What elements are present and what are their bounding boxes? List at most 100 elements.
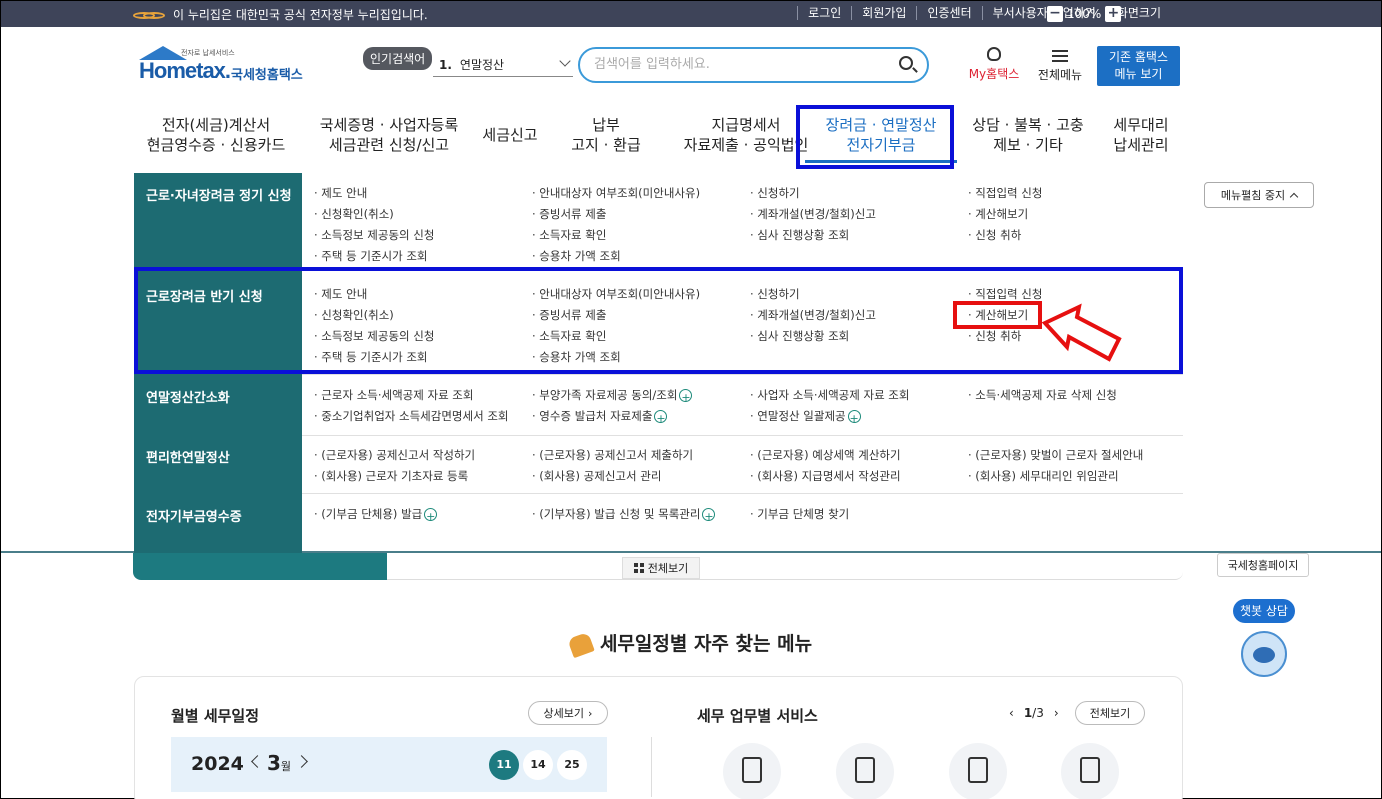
category-label[interactable]: 편리한연말정산 [146,447,230,466]
menu-link[interactable]: · 영수증 발급처 자료제출 + [532,408,750,425]
menu-link[interactable]: · 근로자 소득·세액공제 자료 조회 [314,387,532,403]
menu-row-e-donation: 전자기부금영수증 · (기부금 단체용) 발급 + · (기부자용) 발급 신청 … [134,494,1183,552]
category-label[interactable]: 근로·자녀장려금 정기 신청 [146,185,292,204]
menu-link[interactable]: · 중소기업취업자 소득세감면명세서 조회 [314,408,532,424]
monthly-schedule-title: 월별 세무일정 [171,707,260,725]
cart-icon[interactable] [1061,743,1119,799]
menu-link[interactable]: · 제도 안내 [314,185,532,201]
menu-link[interactable]: · 소득정보 제공동의 신청 [314,227,532,243]
nav-tax-filing[interactable]: 세금신고 [477,125,543,145]
menu-items: · (기부금 단체용) 발급 + · (기부자용) 발급 신청 및 목록관리 + ·… [314,506,1174,523]
quick-menu-panel [387,553,1183,580]
view-all-tab[interactable]: 전체보기 [622,557,700,579]
menu-link-label: · (기부금 단체용) 발급 [314,507,423,521]
chevron-right-icon[interactable]: › [1054,706,1059,720]
nav-certificates[interactable]: 국세증명 · 사업자등록 세금관련 신청/신고 [309,115,469,155]
detail-view-label: 상세보기 [543,707,585,720]
hometax-logo[interactable]: 전자로 납세서비스 Hometax. 국세청홈택스 [135,46,310,86]
menu-link[interactable]: · (근로자용) 공제신고서 제출하기 [532,447,750,463]
business-register-icon[interactable] [836,743,894,799]
menu-link[interactable]: · (근로자용) 예상세액 계산하기 [750,447,968,463]
menu-items: · 근로자 소득·세액공제 자료 조회 · 부양가족 자료제공 동의/조회 + ·… [314,387,1174,425]
all-menu-button[interactable]: 전체메뉴 [1034,47,1086,83]
nts-homepage-button[interactable]: 국세청홈페이지 [1217,553,1309,577]
menu-link[interactable]: · (회사용) 세무대리인 위임관리 [968,468,1174,484]
menu-link[interactable]: · 신청하기 [750,185,968,201]
menu-link[interactable]: · 승용차 가액 조회 [532,248,750,264]
nav-label: 국세증명 · 사업자등록 [319,116,459,134]
menu-link[interactable]: · (기부금 단체용) 발급 + [314,506,532,523]
menu-link[interactable]: · 사업자 소득·세액공제 자료 조회 [750,387,968,403]
next-month-icon[interactable] [295,755,308,768]
logo-brand: Hometax. [139,58,231,83]
category-label[interactable]: 연말정산간소화 [146,387,230,406]
login-link[interactable]: 로그인 [797,6,851,20]
service-view-all-button[interactable]: 전체보기 [1075,701,1145,725]
menu-link[interactable]: · 신청 취하 [968,227,1174,243]
popular-term: 연말정산 [459,58,505,72]
menu-link[interactable]: · 신청확인(취소) [314,206,532,222]
certificate-icon[interactable] [949,743,1007,799]
month-unit: 월 [280,760,292,773]
day-button[interactable]: 25 [557,750,587,780]
menu-link[interactable]: · (회사용) 지급명세서 작성관리 [750,468,968,484]
prev-month-icon[interactable] [251,755,264,768]
nav-consult-appeal[interactable]: 상담 · 불복 · 고충 제보 · 기타 [963,115,1093,155]
day-button[interactable]: 14 [523,750,553,780]
menu-link[interactable]: · 소득·세액공제 자료 삭제 신청 [968,387,1174,403]
nav-sublabel: 세금관련 신청/신고 [328,136,450,154]
menu-link[interactable]: · (근로자용) 맞벌이 근로자 절세안내 [968,447,1174,463]
menu-link[interactable]: · 증빙서류 제출 [532,206,750,222]
menu-link[interactable]: · (기부자용) 발급 신청 및 목록관리 + [532,506,750,523]
popular-search-select[interactable]: 1. 연말정산 [433,53,573,77]
menu-link[interactable]: · (근로자용) 공제신고서 작성하기 [314,447,532,463]
menu-link[interactable]: · 계산해보기 [968,206,1174,222]
menu-link[interactable]: · 직접입력 신청 [968,185,1174,201]
plus-icon: + [654,410,668,425]
chevron-up-icon [1289,192,1299,202]
logo-korean: 국세청홈택스 [231,68,303,83]
category-label[interactable]: 전자기부금영수증 [146,506,242,525]
nav-tax-agent[interactable]: 세무대리 납세관리 [1099,115,1183,155]
menu-row-yearend-simple: 연말정산간소화 · 근로자 소득·세액공제 자료 조회 · 부양가족 자료제공 … [134,375,1183,435]
day-button-active[interactable]: 11 [489,750,519,780]
signup-link[interactable]: 회원가입 [851,6,916,20]
menu-link[interactable]: · 안내대상자 여부조회(미안내사유) [532,185,750,201]
gov-topbar: 이 누리집은 대한민국 공식 전자정부 누리집입니다. 로그인 회원가입 인증센… [1,1,1381,27]
all-menu-label: 전체메뉴 [1037,68,1083,82]
cert-center-link[interactable]: 인증센터 [916,6,981,20]
menu-link[interactable]: · (회사용) 근로자 기초자료 등록 [314,468,532,484]
menu-link[interactable]: · 소득자료 확인 [532,227,750,243]
plus-icon: + [847,410,861,425]
zoom-in-button[interactable]: + [1105,6,1122,22]
service-title: 세무 업무별 서비스 [697,707,818,725]
menu-link[interactable]: · 부양가족 자료제공 동의/조회 + [532,387,750,404]
menu-link[interactable]: · 주택 등 기준시가 조회 [314,248,532,264]
menu-link[interactable]: · 심사 진행상황 조회 [750,227,968,243]
menu-link[interactable]: · 기부금 단체명 찾기 [750,506,968,522]
tax-document-icon[interactable] [723,743,781,799]
detail-view-button[interactable]: 상세보기 › [528,701,608,725]
menu-link[interactable]: · 계좌개설(변경/철회)신고 [750,206,968,222]
menu-expand-stop-button[interactable]: 메뉴펼침 중지 [1204,182,1314,208]
nav-e-invoice[interactable]: 전자(세금)계산서 현금영수증 · 신용카드 [131,115,301,155]
nav-payment[interactable]: 납부 고지 · 환급 [556,115,656,155]
menu-items: · 제도 안내 · 안내대상자 여부조회(미안내사유) · 신청하기 · 직접입… [314,185,1174,264]
hamburger-icon [1052,50,1068,62]
zoom-out-button[interactable]: − [1047,6,1063,22]
service-pager: ‹ 1/3 › [1009,706,1059,720]
chevron-right-icon: › [588,706,593,720]
search-box [578,47,929,83]
old-hometax-button[interactable]: 기존 홈택스 메뉴 보기 [1097,46,1180,86]
menu-link[interactable]: · 연말정산 일괄제공 + [750,408,968,425]
my-hometax-button[interactable]: My홈택스 [964,47,1024,82]
year-label: 2024 [191,753,244,775]
search-input[interactable] [594,49,874,79]
plus-icon: + [424,508,438,523]
search-icon[interactable] [899,56,913,70]
nav-sublabel: 제보 · 기타 [993,136,1063,154]
menu-row-convenient-yearend: 편리한연말정산 · (근로자용) 공제신고서 작성하기 · (근로자용) 공제신… [134,435,1183,493]
chatbot-button[interactable]: 챗봇 상담 [1233,599,1295,623]
chevron-left-icon[interactable]: ‹ [1009,706,1014,720]
menu-link[interactable]: · (회사용) 공제신고서 관리 [532,468,750,484]
